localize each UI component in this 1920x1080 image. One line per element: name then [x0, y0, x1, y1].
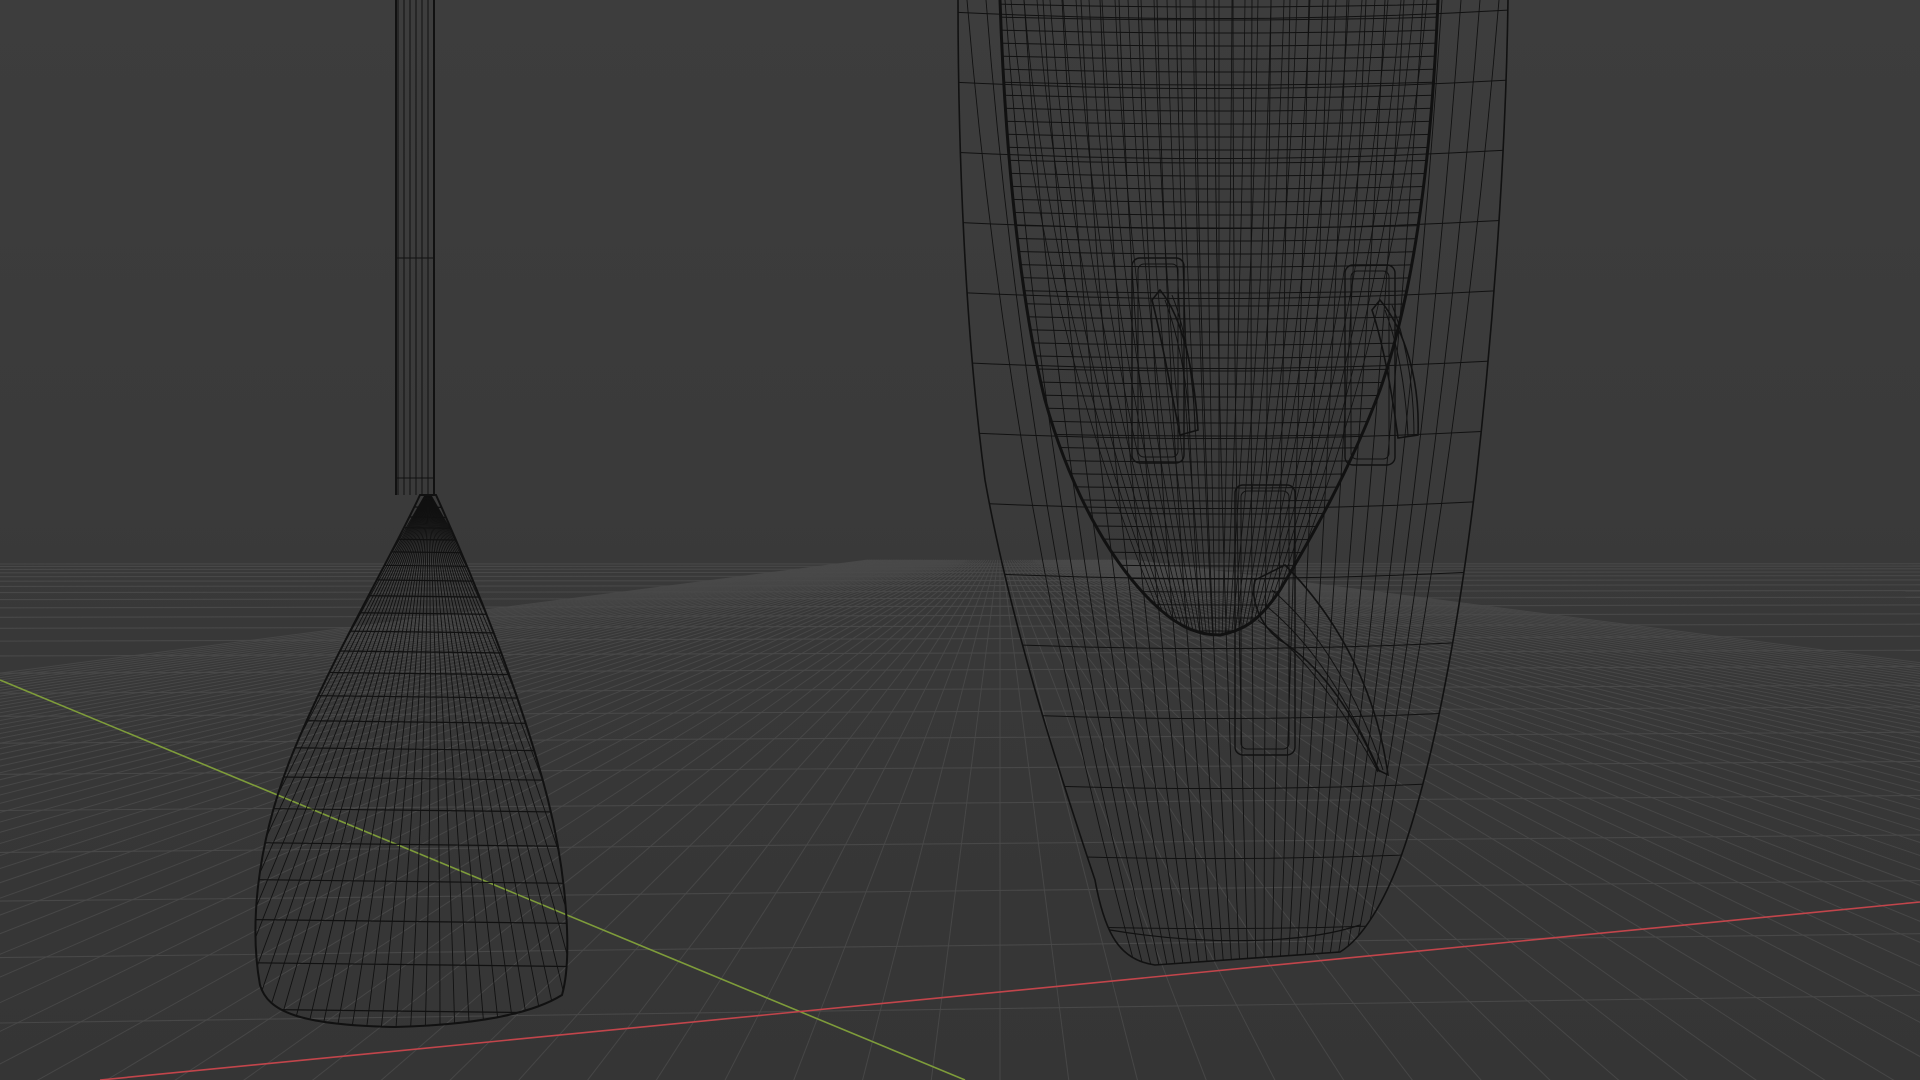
deck-edge: [1000, 380, 1438, 385]
deck-edge: [1114, 0, 1196, 635]
deck-edge: [1000, 341, 1438, 346]
board-edge: [1194, 0, 1233, 965]
paddle-mesh[interactable]: [110, 0, 710, 1040]
grid-line: [0, 584, 1920, 587]
blade-edge: [255, 775, 568, 782]
grid-line: [0, 834, 1920, 853]
deck-edge: [1000, 237, 1438, 242]
deck-edge: [1000, 289, 1438, 294]
grid-line: [0, 579, 1920, 582]
board-edge: [1023, 0, 1161, 965]
grid-line: [0, 559, 946, 857]
grid-line: [0, 559, 902, 718]
deck-edge: [1000, 185, 1438, 190]
blade-edge: [255, 878, 568, 885]
deck-edge: [1000, 549, 1438, 554]
grid-line: [655, 559, 990, 1080]
board-edge: [1042, 0, 1169, 965]
grid-line: [0, 559, 897, 710]
deck-edge: [1088, 0, 1190, 635]
board-edge: [958, 779, 1508, 790]
deck-edge: [1000, 497, 1438, 502]
board-edge: [1351, 0, 1481, 965]
deck-edge: [1000, 42, 1438, 47]
blade-edge: [255, 918, 568, 925]
deck-edge: [1000, 81, 1438, 86]
deck-edge: [1242, 0, 1324, 635]
board-edge: [1213, 0, 1241, 965]
grid-line: [0, 559, 941, 833]
grid-line: [587, 559, 988, 1080]
grid-line: [0, 559, 869, 674]
viewport-canvas[interactable]: [0, 0, 1920, 1080]
board-edge: [985, 0, 1145, 965]
grid-line: [0, 596, 1920, 601]
grid-line: [0, 559, 893, 703]
deck-edge: [1000, 536, 1438, 541]
deck-edge: [1000, 159, 1438, 164]
fin-box: [1350, 270, 1390, 460]
deck-edge: [1254, 0, 1376, 635]
board-mesh[interactable]: [950, 0, 1510, 970]
blade-edge: [255, 807, 568, 813]
deck-edge: [1000, 29, 1438, 34]
deck-edge: [1000, 55, 1438, 60]
deck-edge: [1000, 523, 1438, 528]
board-edge: [958, 919, 1508, 930]
board-edge: [1287, 0, 1329, 965]
grid-line: [0, 559, 917, 750]
deck-edge: [1000, 445, 1438, 450]
deck-edge: [1239, 0, 1311, 635]
deck-edge: [1000, 68, 1438, 73]
deck-pad-wires: [1000, 0, 1438, 635]
grid-line: [0, 559, 873, 679]
grid-line: [0, 590, 1920, 594]
deck-edge: [1000, 94, 1438, 99]
grid-line: [0, 994, 1920, 1024]
floor-grid: [0, 559, 1920, 1080]
board-outer-wires: [958, 0, 1508, 965]
board-edge: [958, 79, 1508, 90]
board-edge: [958, 849, 1508, 860]
x-axis-line: [99, 901, 1920, 1080]
blade-edge: [255, 593, 568, 599]
blade-edge: [255, 962, 568, 968]
deck-edge: [1000, 471, 1438, 476]
grid-line: [724, 559, 992, 1080]
deck-edge: [1227, 0, 1259, 635]
grid-line: [0, 571, 1920, 574]
deck-edge: [1166, 0, 1208, 635]
fin-outline: [1151, 288, 1199, 437]
grid-line: [0, 559, 968, 1065]
grid-line: [0, 559, 871, 676]
deck-edge: [1000, 354, 1438, 359]
deck-edge: [1000, 276, 1438, 281]
grid-line: [36, 559, 970, 1080]
grid-line: [0, 575, 1920, 578]
grid-line: [518, 559, 985, 1080]
3d-viewport[interactable]: [0, 0, 1920, 1080]
board-edge: [958, 359, 1508, 370]
grid-line: [0, 559, 888, 697]
grid-line: [0, 559, 939, 823]
deck-edge: [1000, 484, 1438, 489]
deck-edge: [1000, 120, 1438, 125]
board-edge: [1311, 0, 1386, 965]
grid-line: [0, 559, 966, 1032]
deck-edge: [1000, 172, 1438, 177]
grid-line: [0, 559, 921, 761]
board-edge: [958, 429, 1508, 440]
board-edge: [1061, 0, 1177, 965]
grid-line: [0, 613, 1920, 618]
blade-edge: [255, 504, 568, 510]
grid-line: [862, 559, 997, 1080]
